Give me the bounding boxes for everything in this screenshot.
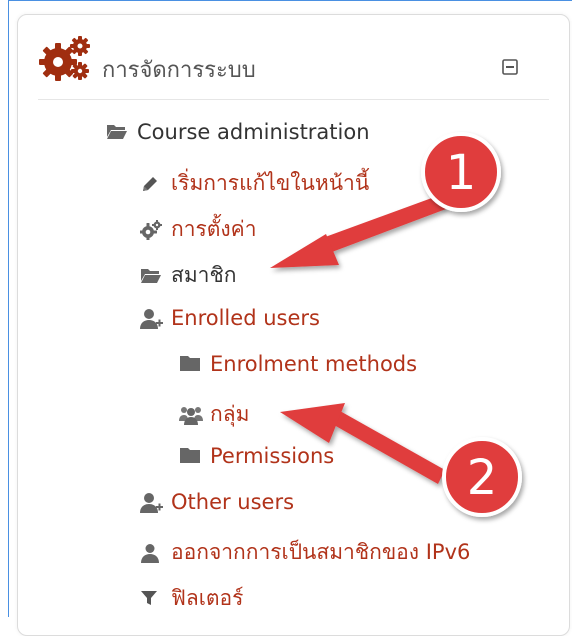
badge-2-number: 2 [467, 450, 498, 506]
annotation-layer: 1 2 [270, 132, 522, 517]
arrow-1 [270, 195, 446, 268]
arrow-2 [280, 403, 445, 484]
badge-1-number: 1 [446, 145, 477, 201]
